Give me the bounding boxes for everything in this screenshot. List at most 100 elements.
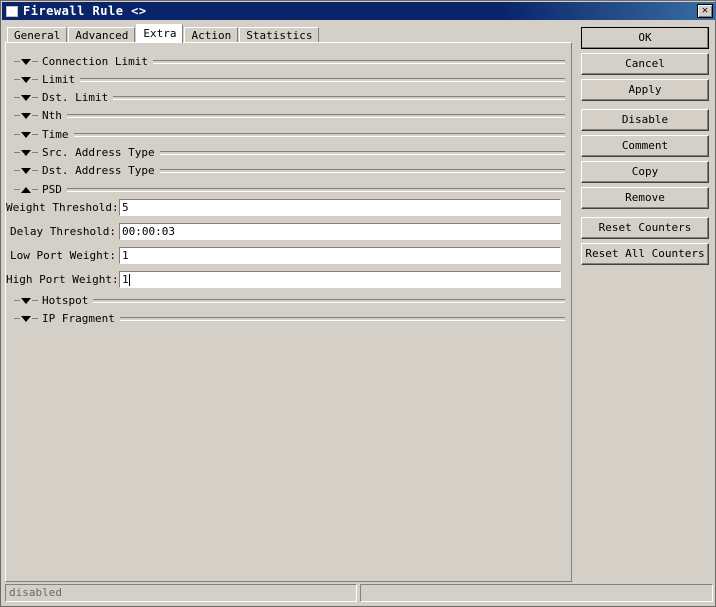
- chevron-down-icon[interactable]: [21, 112, 31, 119]
- section-header-time[interactable]: Time: [14, 127, 565, 142]
- section-dash-right: [32, 134, 38, 135]
- section-rule: [66, 113, 565, 118]
- section-dash-left: [14, 79, 20, 80]
- section-rule: [159, 168, 565, 173]
- extra-tab-panel: Connection Limit Limit Dst. Limit Nth Time Sr…: [5, 42, 572, 582]
- cancel-button[interactable]: Cancel: [581, 53, 709, 75]
- section-rule: [93, 298, 565, 303]
- chevron-down-icon[interactable]: [21, 76, 31, 83]
- section-rule: [80, 77, 565, 82]
- section-label: Src. Address Type: [42, 146, 155, 159]
- ok-button[interactable]: OK: [581, 27, 709, 49]
- section-dash-left: [14, 97, 20, 98]
- section-dash-left: [14, 61, 20, 62]
- copy-button[interactable]: Copy: [581, 161, 709, 183]
- input-delay-threshold[interactable]: 00:00:03: [119, 223, 561, 240]
- section-rule: [113, 95, 565, 100]
- chevron-down-icon[interactable]: [21, 131, 31, 138]
- section-label: PSD: [42, 183, 62, 196]
- field-row-low-port-weight: Low Port Weight: 1: [6, 246, 561, 265]
- section-dash-right: [32, 318, 38, 319]
- section-rule: [152, 59, 565, 64]
- chevron-down-icon[interactable]: [21, 94, 31, 101]
- section-dash-left: [14, 152, 20, 153]
- tab-action[interactable]: Action: [184, 27, 239, 43]
- button-panel: OK Cancel Apply Disable Comment Copy Remove Res…: [581, 27, 709, 269]
- input-value: 1: [122, 273, 129, 286]
- input-value: 5: [122, 201, 129, 214]
- tab-general[interactable]: General: [7, 27, 68, 43]
- section-label: Dst. Address Type: [42, 164, 155, 177]
- chevron-up-icon[interactable]: [21, 186, 31, 193]
- section-dash-left: [14, 318, 20, 319]
- section-dash-right: [32, 152, 38, 153]
- section-dash-right: [32, 115, 38, 116]
- section-dash-left: [14, 170, 20, 171]
- input-low-port-weight[interactable]: 1: [119, 247, 561, 264]
- section-dash-left: [14, 134, 20, 135]
- status-text: disabled: [5, 584, 357, 602]
- section-header-psd[interactable]: PSD: [14, 182, 565, 197]
- section-rule: [66, 187, 565, 192]
- comment-button[interactable]: Comment: [581, 135, 709, 157]
- window-icon: [6, 5, 18, 17]
- tab-statistics[interactable]: Statistics: [239, 27, 320, 43]
- section-rule: [159, 150, 565, 155]
- section-header-dst-limit[interactable]: Dst. Limit: [14, 90, 565, 105]
- reset-counters-button[interactable]: Reset Counters: [581, 217, 709, 239]
- section-header-limit[interactable]: Limit: [14, 72, 565, 87]
- field-row-high-port-weight: High Port Weight: 1: [6, 270, 561, 289]
- section-dash-right: [32, 189, 38, 190]
- section-label: Nth: [42, 109, 62, 122]
- section-rule: [73, 132, 565, 137]
- field-row-delay-threshold: Delay Threshold: 00:00:03: [6, 222, 561, 241]
- section-dash-right: [32, 61, 38, 62]
- section-header-dst-address-type[interactable]: Dst. Address Type: [14, 163, 565, 178]
- reset-all-counters-button[interactable]: Reset All Counters: [581, 243, 709, 265]
- tab-extra[interactable]: Extra: [136, 24, 184, 43]
- section-dash-right: [32, 170, 38, 171]
- text-caret: [128, 273, 130, 286]
- input-value: 00:00:03: [122, 225, 175, 238]
- section-dash-left: [14, 115, 20, 116]
- label-weight-threshold: Weight Threshold:: [6, 201, 119, 214]
- tab-advanced[interactable]: Advanced: [68, 27, 136, 43]
- firewall-rule-window: Firewall Rule <> ✕ General Advanced Extra A…: [0, 0, 716, 607]
- label-low-port-weight: Low Port Weight:: [10, 249, 116, 262]
- section-header-src-address-type[interactable]: Src. Address Type: [14, 145, 565, 160]
- section-header-hotspot[interactable]: Hotspot: [14, 293, 565, 308]
- section-label: Connection Limit: [42, 55, 148, 68]
- section-label: IP Fragment: [42, 312, 115, 325]
- title-bar: Firewall Rule <> ✕: [2, 2, 716, 20]
- close-icon[interactable]: ✕: [697, 4, 713, 18]
- chevron-down-icon[interactable]: [21, 149, 31, 156]
- section-header-nth[interactable]: Nth: [14, 108, 565, 123]
- section-label: Dst. Limit: [42, 91, 109, 104]
- section-dash-left: [14, 189, 20, 190]
- input-high-port-weight[interactable]: 1: [119, 271, 561, 288]
- disable-button[interactable]: Disable: [581, 109, 709, 131]
- label-delay-threshold: Delay Threshold:: [10, 225, 116, 238]
- section-dash-left: [14, 300, 20, 301]
- label-high-port-weight: High Port Weight:: [6, 273, 119, 286]
- chevron-down-icon[interactable]: [21, 297, 31, 304]
- section-header-ip-fragment[interactable]: IP Fragment: [14, 311, 565, 326]
- window-title: Firewall Rule <>: [23, 4, 147, 18]
- status-bar: disabled: [5, 584, 713, 602]
- field-row-weight-threshold: Weight Threshold: 5: [6, 198, 561, 217]
- tab-strip: General Advanced Extra Action Statistics: [7, 24, 320, 43]
- chevron-down-icon[interactable]: [21, 58, 31, 65]
- status-secondary: [360, 584, 713, 602]
- section-dash-right: [32, 300, 38, 301]
- chevron-down-icon[interactable]: [21, 167, 31, 174]
- section-rule: [119, 316, 565, 321]
- chevron-down-icon[interactable]: [21, 315, 31, 322]
- input-value: 1: [122, 249, 129, 262]
- section-label: Time: [42, 128, 69, 141]
- input-weight-threshold[interactable]: 5: [119, 199, 561, 216]
- section-dash-right: [32, 97, 38, 98]
- section-label: Limit: [42, 73, 76, 86]
- section-header-connection-limit[interactable]: Connection Limit: [14, 54, 565, 69]
- apply-button[interactable]: Apply: [581, 79, 709, 101]
- remove-button[interactable]: Remove: [581, 187, 709, 209]
